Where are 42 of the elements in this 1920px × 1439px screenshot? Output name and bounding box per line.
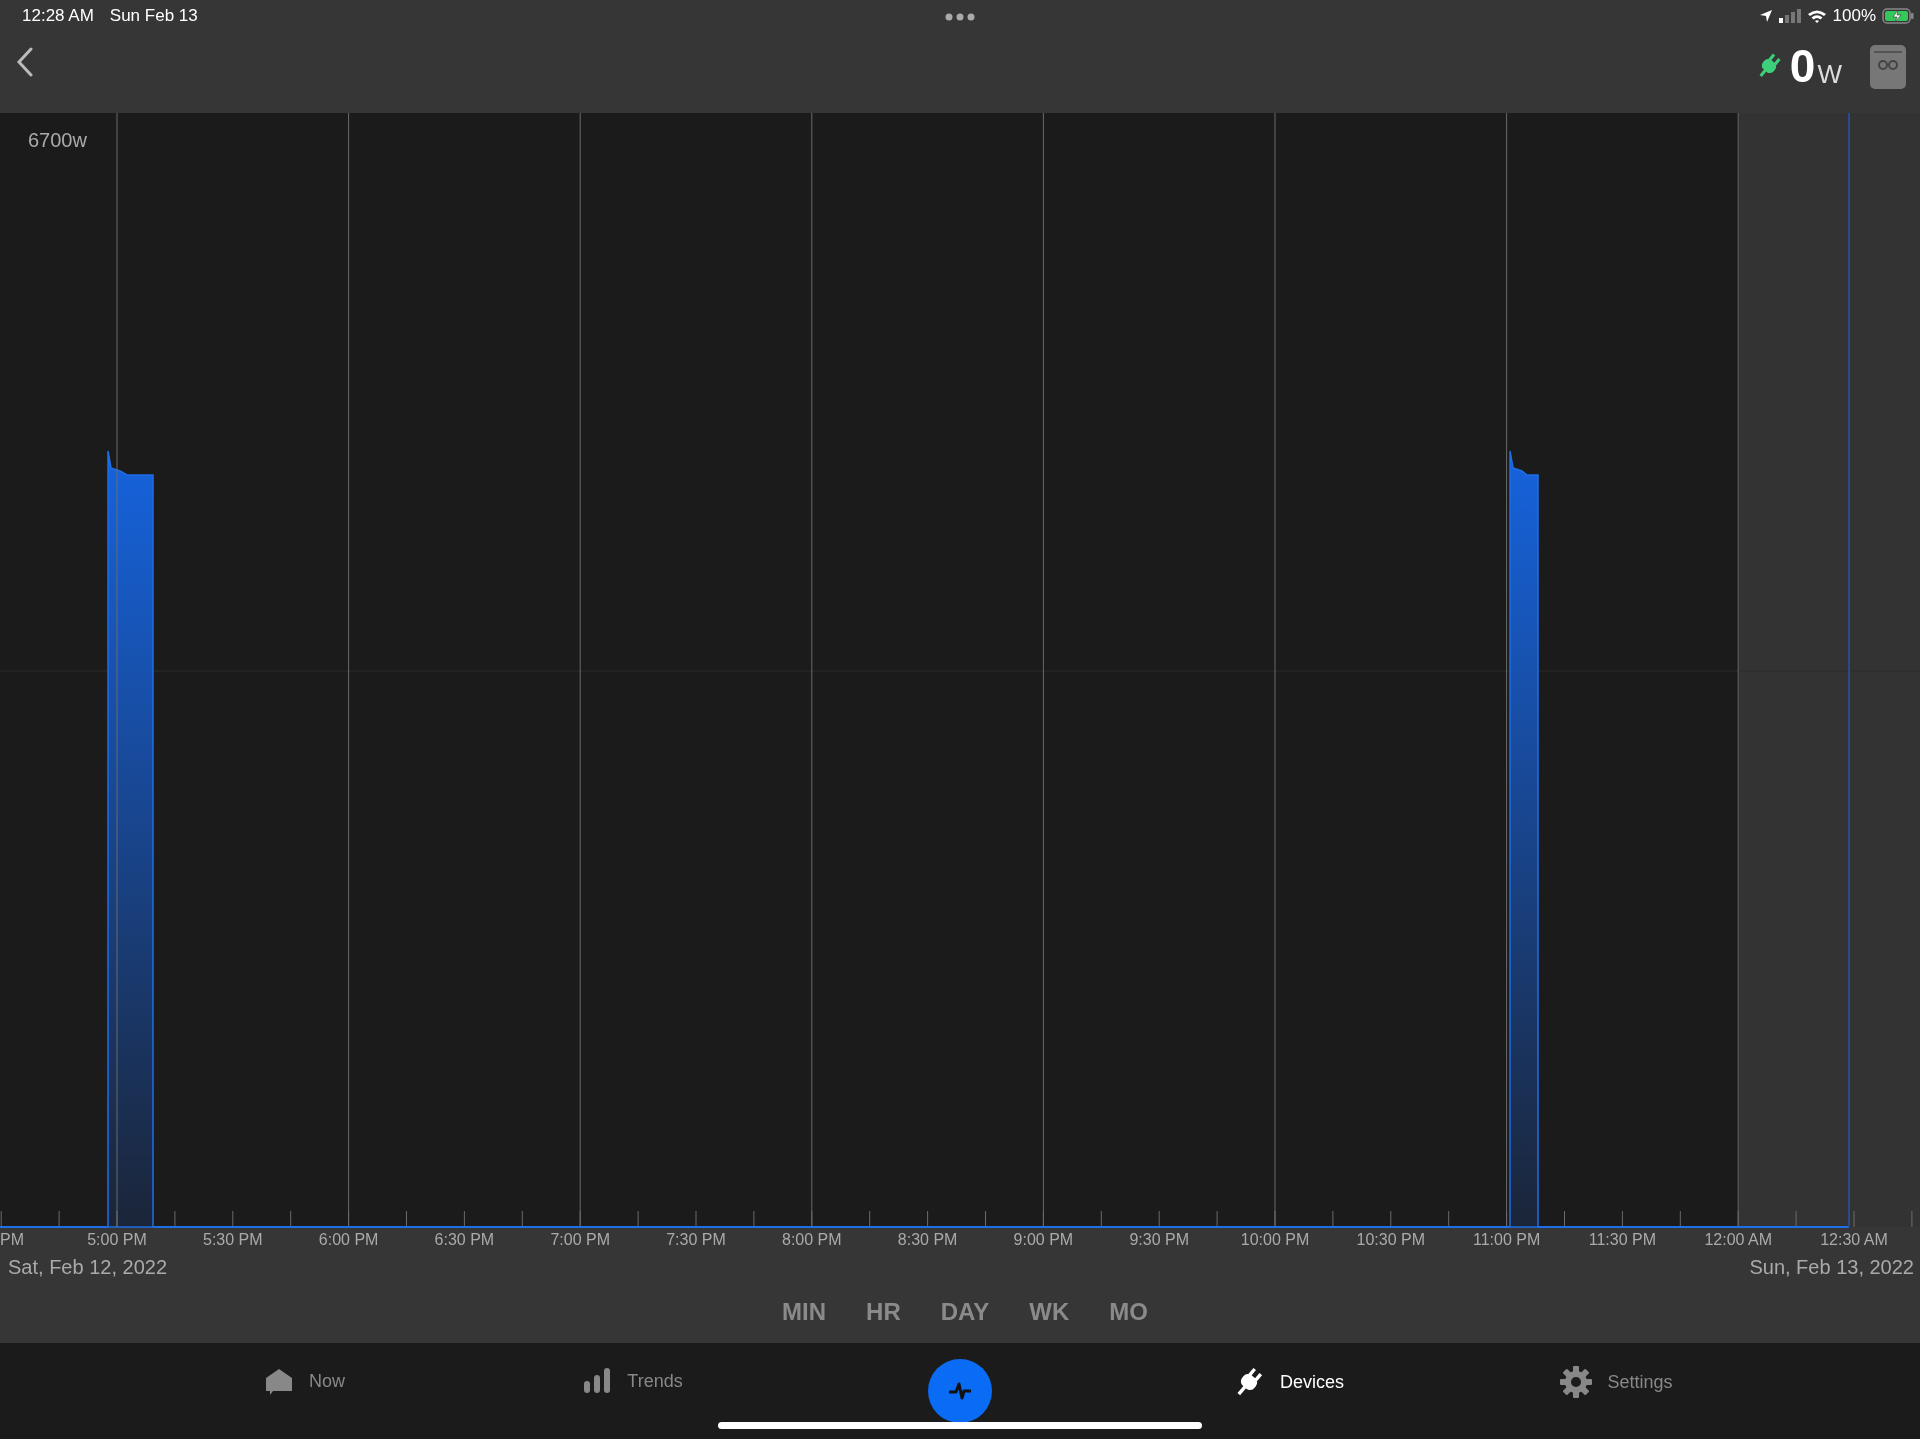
x-axis-label: 6:00 PM: [318, 1231, 379, 1248]
device-icon[interactable]: [1870, 44, 1906, 89]
nav-tab[interactable]: Devices: [1232, 1365, 1344, 1399]
nav-tab[interactable]: Settings: [1559, 1365, 1673, 1399]
x-axis-label: PM: [0, 1231, 24, 1248]
range-tab[interactable]: MO: [1103, 1294, 1154, 1330]
x-axis-label: 11:00 PM: [1472, 1231, 1541, 1248]
x-axis-label: 9:00 PM: [1013, 1231, 1074, 1248]
status-time: 12:28 AM: [22, 6, 94, 26]
power-value: 0: [1789, 42, 1816, 89]
range-tab[interactable]: WK: [1023, 1294, 1076, 1330]
x-axis-label: 12:00 AM: [1704, 1231, 1772, 1248]
start-date: Sat, Feb 12, 2022: [8, 1255, 167, 1279]
y-axis-label: 6700w: [28, 129, 87, 151]
end-date: Sun, Feb 13, 2022: [1749, 1255, 1914, 1279]
x-axis-label: 8:30 PM: [897, 1231, 958, 1248]
x-axis-label: 5:00 PM: [87, 1231, 147, 1248]
x-axis-label: 9:30 PM: [1129, 1231, 1189, 1248]
x-axis-label: 7:00 PM: [550, 1231, 610, 1248]
status-date: Sun Feb 13: [109, 6, 198, 26]
more-icon[interactable]: [945, 13, 975, 21]
x-axis-label: 6:30 PM: [434, 1231, 495, 1248]
x-axis-label: 8:00 PM: [782, 1231, 842, 1248]
wifi-icon: [1806, 8, 1827, 24]
range-tab[interactable]: HR: [860, 1294, 907, 1330]
x-axis-label: 7:30 PM: [666, 1231, 726, 1248]
range-tab[interactable]: MIN: [776, 1294, 833, 1330]
settings-icon: [1559, 1365, 1594, 1399]
nav-tab[interactable]: Now: [263, 1365, 345, 1397]
x-axis-label: 12:30 AM: [1820, 1231, 1888, 1248]
nav-tab[interactable]: Trends: [581, 1365, 683, 1397]
signal-icon: [1778, 9, 1801, 23]
battery-percent: 100%: [1832, 6, 1876, 26]
range-tab[interactable]: DAY: [934, 1294, 996, 1330]
battery-icon: [1882, 8, 1914, 24]
x-axis-label: 10:30 PM: [1356, 1231, 1426, 1248]
x-axis-label: 11:30 PM: [1588, 1231, 1657, 1248]
power-unit: W: [1817, 60, 1842, 87]
location-icon: [1758, 9, 1773, 23]
x-axis-label: 10:00 PM: [1240, 1231, 1310, 1248]
x-axis-label: 5:30 PM: [203, 1231, 263, 1248]
back-icon[interactable]: [16, 46, 34, 77]
